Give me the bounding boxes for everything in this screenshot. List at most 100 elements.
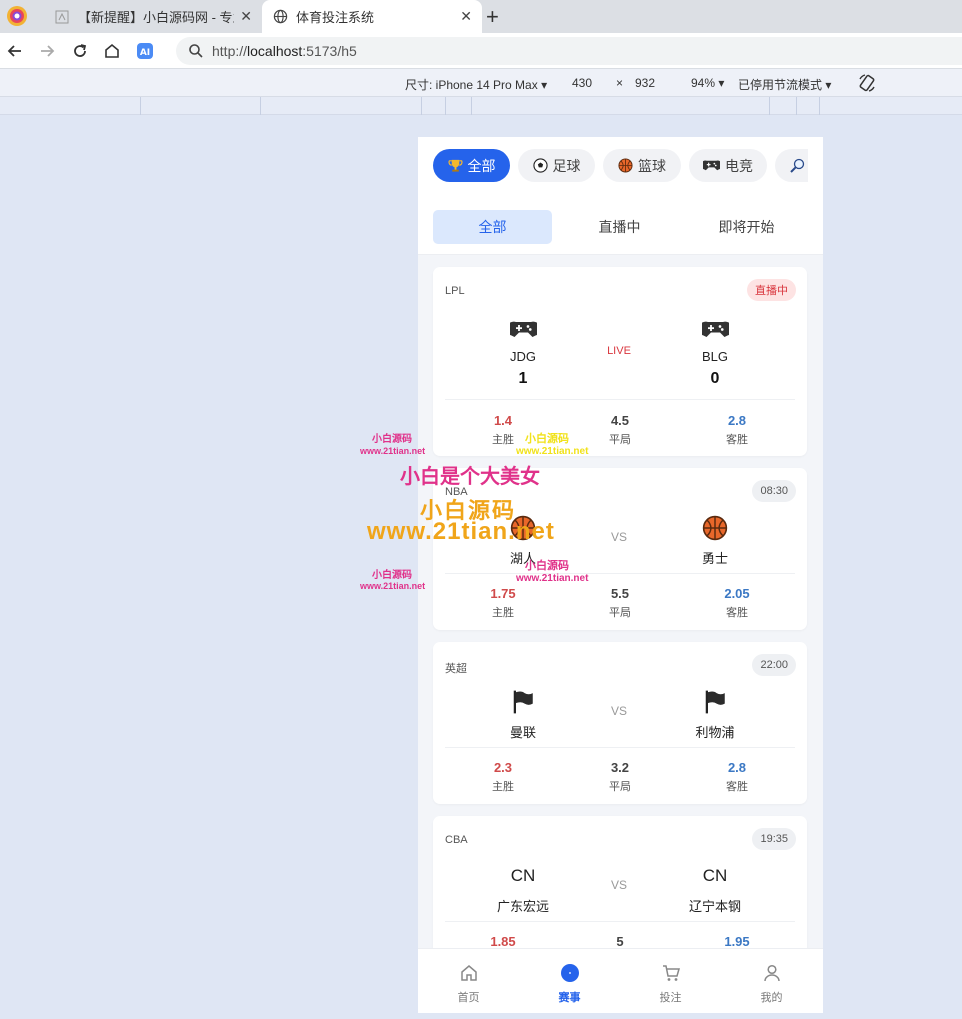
filter-header: 全部 足球 篮球 电竞 全部 直播中 即将开始	[418, 137, 823, 255]
device-select[interactable]: 尺寸: iPhone 14 Pro Max ▾	[405, 76, 547, 93]
odds-value: 1.4	[493, 413, 513, 428]
search-icon	[189, 44, 203, 58]
start-time-badge: 19:35	[752, 828, 796, 850]
team-logo-text: CN	[702, 866, 728, 885]
viewport-width-input[interactable]: 430	[572, 76, 592, 90]
home-icon[interactable]	[101, 40, 123, 62]
team-name: BLG	[701, 349, 728, 364]
odds-label: 平局	[609, 607, 631, 619]
odds-label: 客胜	[726, 607, 748, 619]
match-card[interactable]: LPL 直播中 JDG 1 LIVE BLG 0 1.4 主胜 4.5 平局 2.8…	[433, 267, 807, 456]
url-scheme: http://	[212, 43, 248, 59]
away-team: BLG 0	[655, 315, 775, 388]
category-label: 篮球	[638, 157, 666, 174]
watermark-url: www.21tian.net	[516, 573, 589, 584]
odds-value: 1.85	[490, 934, 516, 949]
device-size-label: 尺寸: iPhone 14 Pro Max	[405, 78, 538, 92]
team-name: 曼联	[509, 725, 536, 740]
odds-away[interactable]: 2.05 客胜	[687, 586, 787, 620]
watermark-url: www.21tian.net	[360, 446, 426, 456]
category-tab-all[interactable]: 全部	[433, 149, 510, 182]
odds-label: 平局	[609, 434, 631, 446]
team-name: 勇士	[701, 551, 728, 566]
odds-value: 3.2	[610, 760, 630, 775]
category-tab-tennis[interactable]	[775, 149, 808, 182]
vs-label: VS	[610, 704, 627, 718]
status-tab-all[interactable]: 全部	[433, 210, 552, 244]
odds-draw[interactable]: 4.5 平局	[570, 413, 670, 447]
address-toolbar: AI http://localhost:5173/h5	[0, 33, 962, 69]
category-tab-soccer[interactable]: 足球	[518, 149, 595, 182]
soccer-ball-icon	[532, 158, 548, 173]
team-name: 利物浦	[695, 725, 735, 740]
odds-value: 2.05	[724, 586, 750, 601]
browser-tab-inactive[interactable]: 【新提醒】小白源码网 - 专业 ✕	[44, 0, 262, 33]
odds-value: 2.3	[493, 760, 513, 775]
odds-home[interactable]: 2.3 主胜	[453, 760, 553, 794]
close-tab-icon[interactable]: ✕	[240, 8, 252, 25]
nav-label: 首页	[457, 992, 480, 1004]
odds-home[interactable]: 1.75 主胜	[453, 586, 553, 620]
new-tab-plus-icon[interactable]: +	[486, 4, 499, 30]
status-tab-live[interactable]: 直播中	[560, 210, 679, 244]
watermark-name: 小白源码	[372, 434, 412, 445]
match-card[interactable]: 英超 22:00 曼联 VS 利物浦 2.3 主胜 3.2 平局 2.8 客胜	[433, 642, 807, 804]
nav-events[interactable]: 赛事	[519, 949, 620, 1013]
odds-away[interactable]: 2.8 客胜	[687, 760, 787, 794]
home-icon	[459, 961, 479, 985]
zoom-label: 94%	[691, 76, 716, 90]
basketball-icon	[655, 514, 775, 542]
zoom-select[interactable]: 94% ▾	[691, 76, 724, 90]
odds-label: 客胜	[726, 781, 748, 793]
odds-value: 1.95	[724, 934, 750, 949]
throttle-label: 已停用节流模式	[738, 78, 823, 92]
away-team: 利物浦	[655, 688, 775, 741]
user-icon	[762, 961, 782, 985]
live-label: LIVE	[607, 345, 631, 357]
close-tab-icon[interactable]: ✕	[460, 8, 472, 25]
flag-icon	[463, 688, 583, 716]
nav-bet[interactable]: 投注	[620, 949, 721, 1013]
browser-tab-active[interactable]: 体育投注系统 ✕	[262, 0, 482, 33]
watermark-name: 小白源码	[525, 560, 569, 572]
category-tab-esports[interactable]: 电竞	[689, 149, 767, 182]
back-arrow-icon[interactable]	[4, 40, 26, 62]
nav-home[interactable]: 首页	[418, 949, 519, 1013]
url-path: :5173/h5	[302, 43, 357, 59]
status-tab-label: 全部	[478, 219, 507, 235]
gamepad-icon	[463, 315, 583, 343]
category-label: 电竞	[725, 157, 753, 174]
odds-draw[interactable]: 3.2 平局	[570, 760, 670, 794]
ai-assistant-icon[interactable]: AI	[134, 40, 156, 62]
forward-arrow-icon[interactable]	[36, 40, 58, 62]
category-tab-basketball[interactable]: 篮球	[603, 149, 681, 182]
away-team: CN 辽宁本钢	[655, 862, 775, 915]
viewport-height-input[interactable]: 932	[635, 76, 655, 90]
category-label: 全部	[467, 157, 496, 174]
odds-value: 1.75	[490, 586, 516, 601]
nav-profile[interactable]: 我的	[721, 949, 822, 1013]
away-team: 勇士	[655, 514, 775, 567]
cart-icon	[661, 961, 681, 985]
nav-label: 赛事	[558, 992, 581, 1004]
globe-icon	[272, 9, 288, 25]
rotate-device-icon[interactable]	[857, 73, 877, 96]
odds-label: 客胜	[726, 434, 748, 446]
events-icon	[560, 961, 580, 985]
odds-away[interactable]: 2.8 客胜	[687, 413, 787, 447]
url-input[interactable]: http://localhost:5173/h5	[176, 37, 962, 65]
url-host: localhost	[247, 43, 303, 59]
vs-label: VS	[610, 878, 627, 892]
media-query-ruler[interactable]	[0, 97, 962, 115]
browser-logo-icon[interactable]	[6, 5, 28, 27]
reload-icon[interactable]	[69, 40, 91, 62]
home-team: CN 广东宏远	[463, 862, 583, 915]
nav-label: 投注	[659, 992, 682, 1004]
odds-label: 主胜	[492, 607, 514, 619]
throttle-select[interactable]: 已停用节流模式 ▾	[738, 76, 831, 93]
dimension-times: ×	[616, 76, 624, 90]
status-tab-upcoming[interactable]: 即将开始	[687, 210, 806, 244]
odds-draw[interactable]: 5.5 平局	[570, 586, 670, 620]
category-tabs: 全部 足球 篮球 电竞	[433, 149, 808, 183]
watermark-name: 小白源码	[525, 433, 569, 445]
